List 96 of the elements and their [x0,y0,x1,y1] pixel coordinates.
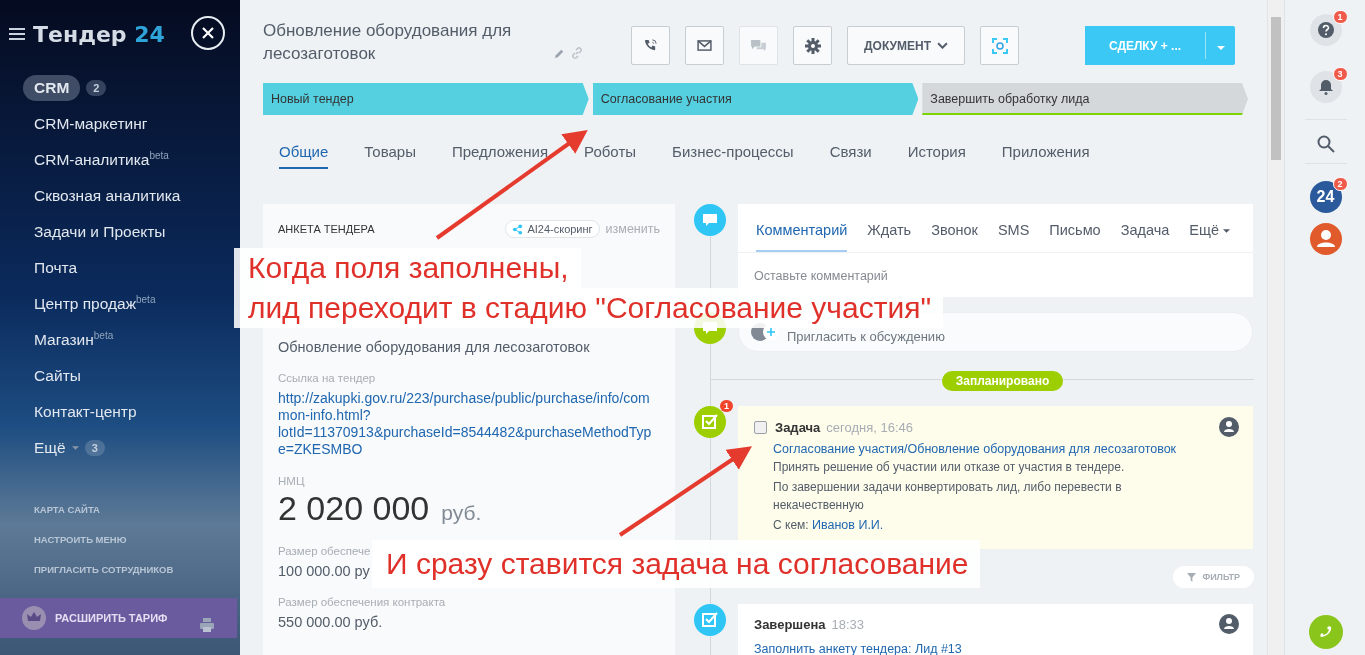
caret-icon [1223,229,1230,233]
convert-icon [991,37,1008,54]
task-title: Задача [775,419,821,435]
annotation-tooltip: лид переходит в стадию "Согласование участия" [234,288,944,328]
counter-badge: 1 [1332,10,1348,24]
composer-tab[interactable]: Письмо [1049,222,1101,252]
tender-link[interactable]: http://zakupki.gov.ru/223/purchase/public/purchase/info/common-info.html?lotId=11370913&purchaseId=8544482&purchaseMethodType=ZKESMBO [278,390,658,458]
comment-icon [694,204,726,236]
stage-step[interactable]: Согласование участия [592,83,919,115]
scoring-button[interactable]: AI24-скоринг [505,220,600,238]
stage-step[interactable]: Завершить обработку лида [922,83,1248,115]
field-value: 550 000.00 руб. [278,614,383,630]
close-icon [201,26,215,40]
price-value: 2 020 000 [278,489,430,528]
composer-tab[interactable]: Ещё [1189,222,1219,252]
task-checkbox[interactable] [754,420,767,434]
settings-button[interactable] [793,26,832,65]
document-button[interactable]: ДОКУМЕНТ [847,26,965,65]
field-value: Обновление оборудования для лесозаготовок [278,339,590,355]
annotation-tooltip: Когда поля заполнены, [234,248,581,288]
composer-tab[interactable]: SMS [997,222,1030,252]
scrollbar[interactable] [1267,0,1284,655]
counter-badge: 1 [720,400,733,412]
user-avatar-icon[interactable] [1309,223,1342,255]
sidebar-item[interactable]: Контакт-центр [34,403,137,421]
task-icon [694,604,726,636]
share-icon [512,223,524,235]
card-title: АНКЕТА ТЕНДЕРА [278,223,376,235]
caret-icon [1216,46,1225,50]
composer-tab[interactable]: Ждать [867,222,912,252]
crown-icon [22,606,46,630]
field-value: 100 000.00 ру [278,563,370,579]
annotation-tooltip: И сразу ставится задача на согласование [372,540,981,588]
tab[interactable]: Товары [364,143,416,167]
filter-icon [1187,572,1197,582]
search-icon[interactable] [1316,135,1335,153]
task-link[interactable]: Согласование участия/Обновление оборудования для лесозаготовок [773,442,1239,456]
field-label: Размер обеспечения контракта [278,596,446,608]
task-icon [694,406,726,438]
mail-icon [697,40,712,51]
user-icon[interactable] [1219,417,1239,437]
field-label: НМЦ [278,475,305,487]
logo[interactable]: Тендер 24 [33,21,165,47]
pencil-icon[interactable] [554,48,565,59]
sidebar-item[interactable]: Ещё [34,439,66,457]
counter-badge: 2 [86,80,107,96]
tab[interactable]: Приложения [1001,143,1090,167]
sidebar-item[interactable]: CRM-маркетинг [34,115,148,133]
currency-label: руб. [441,501,482,525]
notification-icon[interactable] [1309,71,1342,103]
activity-link[interactable]: Заполнить анкету тендера: Лид #13 [754,642,1239,655]
tab[interactable]: Общие [279,143,329,169]
task-description: Принять решение об участии или отказе от участия в тендере. [773,459,1126,476]
phone-icon [643,38,658,53]
sidebar-item[interactable]: Сайты [34,367,81,385]
counter-badge: 2 [1332,177,1348,191]
caret-icon [71,446,79,450]
with-label: С кем: [773,518,809,532]
help-icon[interactable] [1309,14,1342,46]
field-label: Размер обеспече [278,545,371,557]
chat-icon [750,39,767,52]
close-button[interactable] [191,16,225,50]
composer-tab[interactable]: Задача [1120,222,1170,252]
person-link[interactable]: Иванов И.И. [812,518,884,532]
phone-button[interactable] [631,26,670,65]
sidebar-item[interactable]: Магазин$^{beta}$ [34,330,114,350]
settings-icon [804,37,821,54]
sidebar-item[interactable]: CRM-аналитика$^{beta}$ [34,150,169,170]
user-icon[interactable] [1219,614,1239,634]
sidebar-item[interactable]: Почта [34,259,78,277]
tab[interactable]: Связи [829,143,872,167]
sidebar-item[interactable]: CRM [23,75,81,101]
printer-icon[interactable] [199,617,215,633]
counter-badge: 3 [1332,67,1348,81]
field-label: Ссылка на тендер [278,372,376,384]
deal-title: Обновление оборудования для лесозаготовок [263,20,513,65]
tab[interactable]: Роботы [584,143,637,167]
sidebar-item[interactable]: Сквозная аналитика [34,187,181,205]
menu-icon[interactable] [9,28,25,40]
tab[interactable]: Бизнес-процессы [672,143,794,167]
sidebar-item[interactable]: Центр продаж$^{beta}$ [34,294,156,314]
task-time: сегодня, 16:46 [826,419,913,435]
composer-tab[interactable]: Звонок [931,222,978,252]
tab[interactable]: Предложения [451,143,549,167]
planned-label: Запланировано [941,370,1064,391]
sidebar-item[interactable]: Задачи и Проекты [34,223,166,241]
tab[interactable]: История [907,143,966,167]
upgrade-button[interactable]: РАСШИРИТЬ ТАРИФ [0,598,237,638]
task-description: По завершении задачи конвертировать лид, либо перевести в некачественную [773,479,1123,514]
counter-badge: 3 [84,440,105,456]
activity-title: Завершена [754,616,826,632]
stage-step[interactable]: Новый тендер [263,83,589,115]
chevron-down-icon [937,42,948,49]
activity-time: 18:33 [831,616,865,632]
mail-button[interactable] [685,26,724,65]
comment-input[interactable]: Оставьте комментарий [754,269,1054,283]
